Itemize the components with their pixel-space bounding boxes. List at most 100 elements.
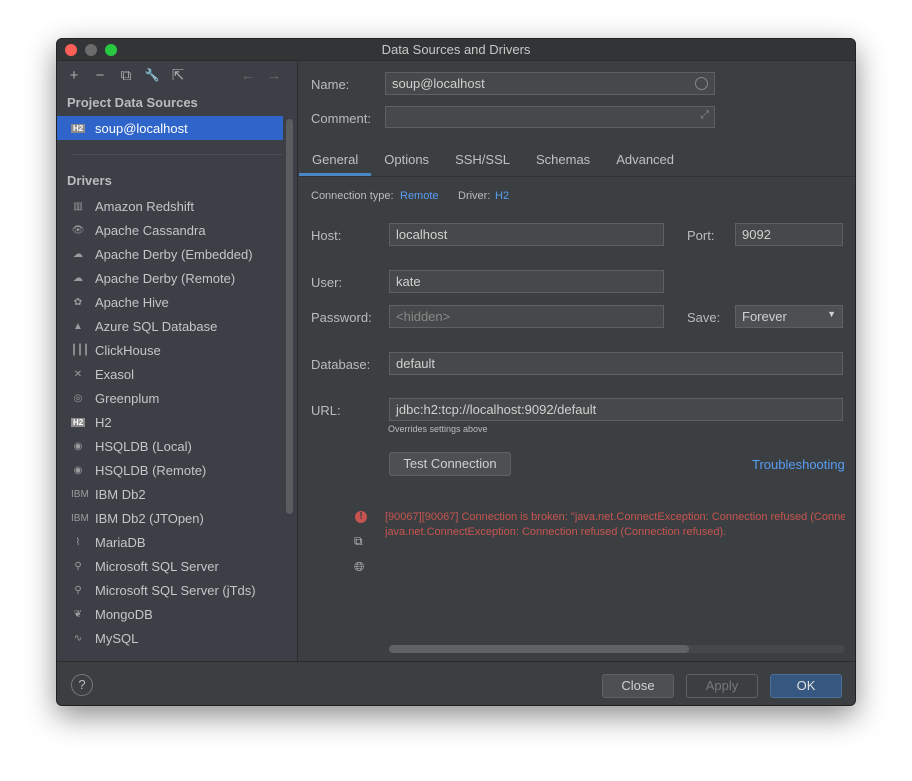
error-message: [90067][90067] Connection is broken: "ja… (385, 510, 845, 540)
duplicate-icon[interactable]: ⧉ (117, 67, 135, 84)
drivers-list: ▥ Amazon Redshift 👁 Apache Cassandra ☁ Apache… (57, 194, 297, 650)
tab-advanced[interactable]: Advanced (603, 149, 687, 176)
driver-item[interactable]: ☁ Apache Derby (Remote) (57, 266, 297, 290)
driver-item[interactable]: ✕ Exasol (57, 362, 297, 386)
driver-item[interactable]: H2 H2 (57, 410, 297, 434)
driver-item[interactable]: ✿ Apache Hive (57, 290, 297, 314)
driver-item[interactable]: 👁 Apache Cassandra (57, 218, 297, 242)
user-label: User: (311, 275, 343, 290)
driver-label: HSQLDB (Local) (95, 438, 192, 454)
driver-item[interactable]: IBM IBM Db2 (JTOpen) (57, 506, 297, 530)
comment-label: Comment: (311, 111, 371, 126)
password-input[interactable]: <hidden> (389, 305, 664, 328)
driver-label: MySQL (95, 630, 139, 646)
troubleshooting-link[interactable]: Troubleshooting (752, 457, 845, 472)
wrench-icon[interactable]: 🔧 (143, 68, 161, 82)
driver-item[interactable]: ⚲ Microsoft SQL Server (jTds) (57, 578, 297, 602)
minimize-window-button[interactable] (85, 44, 97, 56)
name-value: soup@localhost (392, 76, 485, 91)
title-bar: Data Sources and Drivers (57, 39, 855, 61)
h2-icon: H2 (71, 417, 86, 427)
close-button[interactable]: Close (602, 674, 674, 698)
remove-icon[interactable]: − (91, 67, 109, 84)
project-data-sources-heading: Project Data Sources (67, 95, 198, 110)
azure-sql-database-icon: ▲ (73, 320, 83, 332)
dialog-footer: ? Close Apply OK (57, 661, 855, 705)
ibm-db2-jtopen--icon: IBM (71, 512, 89, 524)
dialog-window: Data Sources and Drivers + − ⧉ 🔧 ⇱ ← → P… (56, 38, 856, 706)
sidebar-scrollbar[interactable] (286, 119, 293, 514)
url-hint: Overrides settings above (388, 424, 488, 434)
driver-link[interactable]: H2 (495, 190, 509, 202)
tab-ssh-ssl[interactable]: SSH/SSL (442, 149, 523, 176)
driver-label: HSQLDB (Remote) (95, 462, 207, 478)
ibm-db2-icon: IBM (71, 488, 89, 500)
mongodb-icon: ❦ (73, 608, 83, 620)
driver-item[interactable]: ∿ MySQL (57, 626, 297, 650)
driver-label: Apache Hive (95, 294, 169, 310)
tab-options[interactable]: Options (371, 149, 442, 176)
port-input[interactable]: 9092 (735, 223, 843, 246)
globe-icon[interactable]: 🌐︎ (354, 559, 364, 575)
name-input[interactable]: soup@localhost (385, 72, 715, 95)
driver-label: Apache Derby (Remote) (95, 270, 236, 286)
password-label: Password: (311, 310, 372, 325)
error-icon: ! (355, 511, 367, 523)
driver-label: Greenplum (95, 390, 160, 406)
error-line-1: [90067][90067] Connection is broken: "ja… (385, 511, 845, 523)
connection-type-link[interactable]: Remote (400, 190, 439, 202)
database-label: Database: (311, 357, 371, 372)
driver-label: Microsoft SQL Server (95, 558, 219, 574)
driver-label: Driver: (458, 190, 491, 202)
window-title: Data Sources and Drivers (381, 42, 531, 57)
back-icon[interactable]: ← (239, 67, 257, 84)
tab-general[interactable]: General (299, 149, 372, 176)
close-window-button[interactable] (65, 44, 77, 56)
project-item-label: soup@localhost (95, 120, 188, 136)
save-label: Save: (687, 310, 721, 325)
driver-item[interactable]: ◎ Greenplum (57, 386, 297, 410)
ok-button[interactable]: OK (770, 674, 842, 698)
driver-label: Amazon Redshift (95, 198, 194, 214)
import-icon[interactable]: ⇱ (169, 66, 187, 84)
divider (71, 154, 283, 155)
driver-item[interactable]: ▥ Amazon Redshift (57, 194, 297, 218)
user-input[interactable]: kate (389, 270, 664, 293)
test-connection-button[interactable]: Test Connection (389, 452, 511, 476)
save-dropdown[interactable]: Forever ▼ (735, 305, 843, 328)
apache-derby-embedded--icon: ☁ (73, 248, 83, 260)
driver-item[interactable]: ⌇ MariaDB (57, 530, 297, 554)
database-input[interactable]: default (389, 352, 843, 375)
color-circle-icon[interactable] (695, 77, 708, 90)
driver-label: IBM Db2 (JTOpen) (95, 510, 204, 526)
zoom-window-button[interactable] (105, 44, 117, 56)
expand-icon[interactable]: ⤢ (700, 109, 709, 122)
driver-item[interactable]: ❦ MongoDB (57, 602, 297, 626)
project-item-soup-localhost[interactable]: H2 soup@localhost (57, 116, 283, 140)
greenplum-icon: ◎ (73, 392, 83, 404)
driver-item[interactable]: IBM IBM Db2 (57, 482, 297, 506)
driver-label: H2 (95, 414, 112, 430)
driver-item[interactable]: ⚲ Microsoft SQL Server (57, 554, 297, 578)
driver-item[interactable]: ┃┃┃ ClickHouse (57, 338, 297, 362)
driver-label: Apache Cassandra (95, 222, 206, 238)
driver-item[interactable]: ▲ Azure SQL Database (57, 314, 297, 338)
apply-button[interactable]: Apply (686, 674, 758, 698)
copy-icon[interactable]: ⧉ (354, 534, 363, 549)
settings-panel: Name: soup@localhost Comment: ⤢ General … (299, 61, 855, 661)
host-input[interactable]: localhost (389, 223, 664, 246)
connection-type-label: Connection type: (311, 190, 394, 202)
url-input[interactable]: jdbc:h2:tcp://localhost:9092/default (389, 398, 843, 421)
forward-icon[interactable]: → (265, 67, 283, 84)
driver-item[interactable]: ◉ HSQLDB (Remote) (57, 458, 297, 482)
name-label: Name: (311, 77, 350, 92)
driver-item[interactable]: ◉ HSQLDB (Local) (57, 434, 297, 458)
tab-schemas[interactable]: Schemas (523, 149, 603, 176)
h2-icon: H2 (71, 123, 86, 133)
comment-input[interactable]: ⤢ (385, 106, 715, 128)
driver-item[interactable]: ☁ Apache Derby (Embedded) (57, 242, 297, 266)
horizontal-scrollbar-thumb[interactable] (389, 645, 689, 653)
amazon-redshift-icon: ▥ (73, 200, 83, 212)
help-button[interactable]: ? (71, 674, 93, 696)
add-icon[interactable]: + (65, 67, 83, 84)
